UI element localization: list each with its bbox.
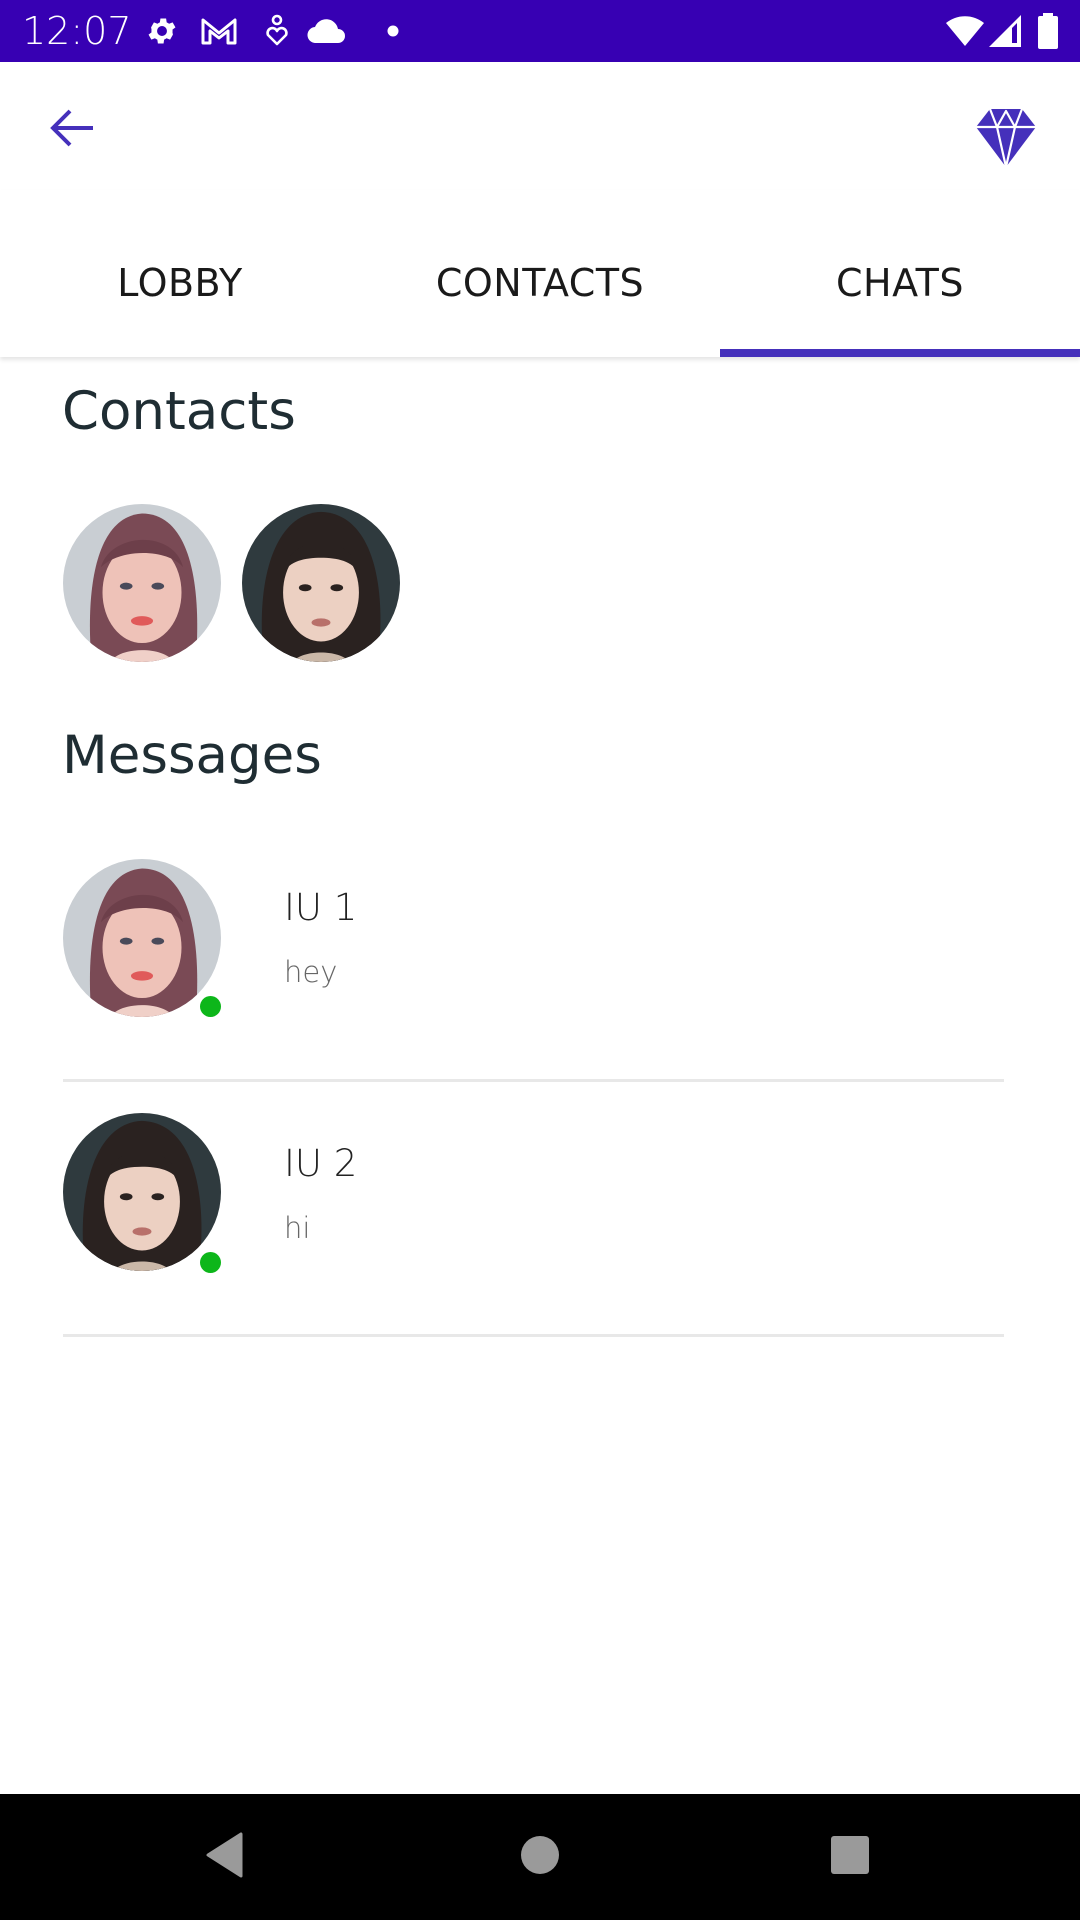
cloud-icon — [306, 12, 346, 50]
tab-chats[interactable]: CHATS — [720, 190, 1080, 357]
gear-icon — [143, 12, 181, 50]
divider — [63, 1334, 1004, 1337]
message-avatar — [63, 1113, 221, 1271]
back-triangle-icon — [205, 1832, 245, 1883]
contact-avatar[interactable] — [242, 504, 400, 662]
messages-title: Messages — [62, 725, 322, 786]
wifi-icon — [945, 12, 985, 50]
home-circle-icon — [520, 1835, 560, 1880]
download-heart-icon — [262, 12, 292, 50]
arrow-left-icon — [49, 106, 95, 155]
tab-contacts-label: CONTACTS — [435, 261, 645, 305]
battery-icon — [1036, 12, 1060, 50]
contact-avatar[interactable] — [63, 504, 221, 662]
online-status-dot — [200, 996, 221, 1017]
divider — [63, 1079, 1004, 1082]
message-sender-name: IU 1 — [284, 886, 358, 929]
nav-home-button[interactable] — [500, 1824, 580, 1890]
tab-lobby[interactable]: LOBBY — [0, 190, 360, 357]
status-time: 12:07 — [22, 9, 132, 53]
portrait-dark-icon — [63, 1113, 221, 1271]
selected-tab-indicator — [720, 349, 1080, 357]
contacts-title: Contacts — [62, 381, 296, 442]
message-sender-name: IU 2 — [284, 1142, 358, 1185]
tab-contacts[interactable]: CONTACTS — [360, 190, 720, 357]
back-button[interactable] — [36, 100, 108, 160]
tab-lobby-label: LOBBY — [117, 261, 243, 305]
message-avatar — [63, 859, 221, 1017]
portrait-light-icon — [63, 859, 221, 1017]
diamond-icon — [975, 108, 1037, 173]
portrait-light-icon — [63, 504, 221, 662]
portrait-dark-icon — [242, 504, 400, 662]
message-preview: hey — [284, 955, 338, 989]
tab-bar: LOBBY CONTACTS CHATS — [0, 190, 1080, 357]
recents-square-icon — [830, 1835, 870, 1880]
premium-button[interactable] — [966, 100, 1046, 180]
nav-recents-button[interactable] — [810, 1824, 890, 1890]
message-preview: hi — [284, 1211, 311, 1245]
cellular-signal-icon — [988, 12, 1022, 50]
gmail-icon — [198, 12, 240, 50]
online-status-dot — [200, 1252, 221, 1273]
status-bar: 12:07 — [0, 0, 1080, 62]
message-row[interactable]: IU 1 hey — [0, 840, 1080, 1080]
app-bar — [0, 62, 1080, 190]
nav-back-button[interactable] — [185, 1824, 265, 1890]
message-row[interactable]: IU 2 hi — [0, 1094, 1080, 1334]
tab-chats-label: CHATS — [836, 261, 964, 305]
system-nav-bar — [0, 1794, 1080, 1920]
dot-icon — [385, 12, 401, 50]
